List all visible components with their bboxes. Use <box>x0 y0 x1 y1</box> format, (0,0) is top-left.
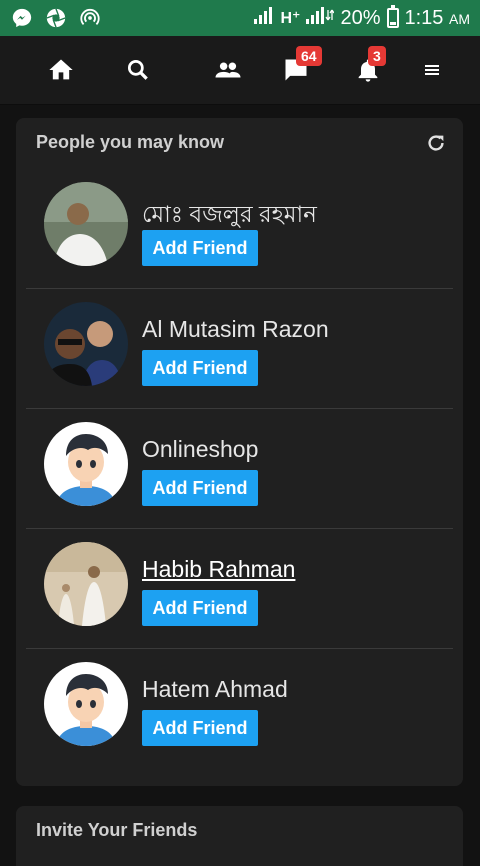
avatar[interactable] <box>44 182 128 266</box>
refresh-icon[interactable] <box>425 132 447 154</box>
signal-icon <box>254 6 274 30</box>
person-name[interactable]: Habib Rahman <box>142 556 295 583</box>
messenger-icon <box>10 6 34 30</box>
invite-friends-card: Invite Your Friends <box>16 806 463 866</box>
list-item: Onlineshop Add Friend <box>26 408 453 529</box>
notifications-icon[interactable]: 3 <box>348 46 388 90</box>
add-friend-button[interactable]: Add Friend <box>142 470 258 506</box>
people-you-may-know-card: People you may know মোঃ বজলুর রহমান Add … <box>16 118 463 786</box>
battery-icon <box>386 5 399 28</box>
network-type: H⁺ <box>280 10 301 27</box>
card-title: People you may know <box>36 132 225 152</box>
top-navbar: 64 3 <box>0 36 480 105</box>
list-item: Al Mutasim Razon Add Friend <box>26 288 453 409</box>
add-friend-button[interactable]: Add Friend <box>142 710 258 746</box>
battery-percent: 20% <box>340 6 381 29</box>
avatar[interactable] <box>44 542 128 626</box>
friends-icon[interactable] <box>208 50 248 90</box>
messages-icon[interactable]: 64 <box>276 46 322 90</box>
search-icon[interactable] <box>118 50 158 90</box>
list-item: Hatem Ahmad Add Friend <box>26 648 453 768</box>
avatar[interactable] <box>44 422 128 506</box>
avatar[interactable] <box>44 662 128 746</box>
status-bar: H⁺ 20% 1:15 AM <box>0 0 480 36</box>
add-friend-button[interactable]: Add Friend <box>142 590 258 626</box>
person-name[interactable]: Hatem Ahmad <box>142 676 288 703</box>
messages-badge: 64 <box>296 46 322 66</box>
camera-aperture-icon <box>44 6 68 30</box>
card-title: Invite Your Friends <box>36 820 198 840</box>
avatar[interactable] <box>44 302 128 386</box>
menu-icon[interactable] <box>412 50 452 90</box>
person-name[interactable]: Onlineshop <box>142 436 258 463</box>
notifications-badge: 3 <box>368 46 386 66</box>
list-item: মোঃ বজলুর রহমান Add Friend <box>26 168 453 289</box>
hotspot-icon <box>78 6 102 30</box>
person-name[interactable]: Al Mutasim Razon <box>142 316 329 343</box>
add-friend-button[interactable]: Add Friend <box>142 230 258 266</box>
clock: 1:15 AM <box>404 6 471 29</box>
list-item: Habib Rahman Add Friend <box>26 528 453 649</box>
add-friend-button[interactable]: Add Friend <box>142 350 258 386</box>
signal-icon-2 <box>306 6 336 30</box>
home-icon[interactable] <box>41 50 81 90</box>
